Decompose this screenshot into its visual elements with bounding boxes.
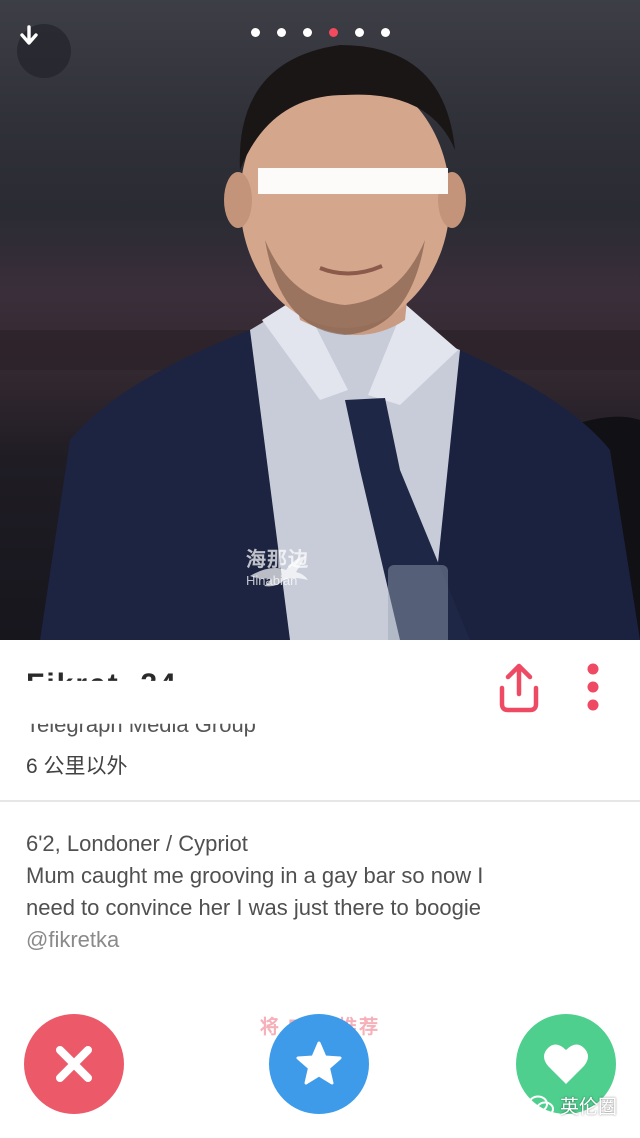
bird-logo-icon [250,556,308,587]
super-like-button[interactable] [269,1014,369,1114]
photo-watermark: 海那边 Hinabian [246,550,309,587]
profile-photo[interactable]: 海那边 Hinabian [0,0,640,640]
photo-illustration [0,45,640,640]
pagination-dot[interactable] [380,28,390,37]
download-arrow-icon [20,25,38,45]
profile-bio: 6'2, Londoner / Cypriot Mum caught me gr… [26,828,606,956]
profile-info-panel[interactable]: Fikret, 24 Telegraph Media Group 6 公里以外 … [0,640,640,1138]
share-icon[interactable] [494,660,544,714]
bio-line: 6'2, Londoner / Cypriot [26,831,248,856]
section-divider [0,800,640,802]
bottom-watermark: 英伦圈 [528,1092,617,1119]
profile-name-age: Fikret, 24 [26,668,178,701]
watermark-bottom-text: 英伦圈 [560,1097,618,1118]
pagination-dot-active[interactable] [328,28,338,37]
nope-button[interactable] [24,1014,124,1114]
star-icon [296,1041,342,1085]
bio-line: need to convince her I was just there to… [26,895,481,920]
wechat-icon [528,1095,554,1116]
profile-distance: 6 公里以外 [26,755,128,778]
photo-pagination [0,28,640,37]
instagram-handle[interactable]: @fikretka [26,924,606,956]
profile-workplace: Telegraph Media Group [26,712,256,737]
pagination-dot[interactable] [250,28,260,37]
pagination-dot[interactable] [276,28,286,37]
heart-icon [544,1044,588,1084]
pagination-dot[interactable] [354,28,364,37]
bio-line: Mum caught me grooving in a gay bar so n… [26,863,484,888]
pagination-dot[interactable] [302,28,312,37]
download-button[interactable] [17,24,71,78]
close-x-icon [56,1046,92,1082]
more-vertical-icon[interactable] [582,662,604,712]
